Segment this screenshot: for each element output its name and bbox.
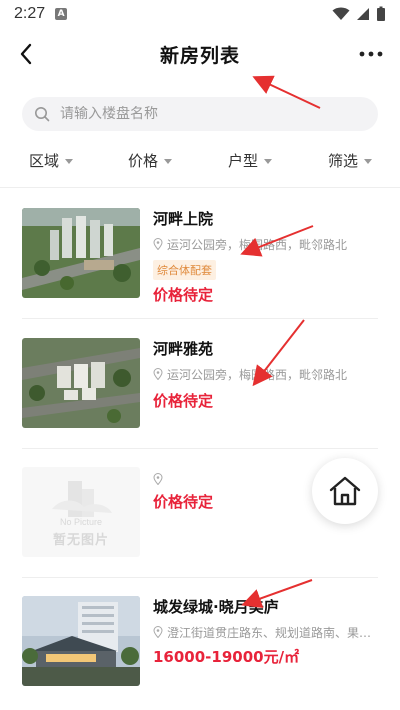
placeholder-text-cn: 暂无图片 <box>52 533 109 548</box>
wifi-icon <box>332 7 350 20</box>
filter-more[interactable]: 筛选 <box>328 150 373 171</box>
filter-layout[interactable]: 户型 <box>228 150 273 171</box>
listing-address: 运河公园旁，梅园路西，毗邻路北 <box>153 366 378 382</box>
filter-label: 价格 <box>128 151 159 170</box>
search-icon <box>35 107 50 122</box>
caret-down-icon <box>264 158 273 164</box>
caret-down-icon <box>364 158 373 164</box>
listing-address-text: 运河公园旁，梅园路西，毗邻路北 <box>167 237 348 252</box>
top-nav: 新房列表 <box>0 30 400 78</box>
listing-thumbnail <box>22 338 140 428</box>
more-dots-icon <box>359 51 383 57</box>
location-pin-icon <box>153 626 163 638</box>
back-button[interactable] <box>12 40 40 68</box>
listing-name: 城发绿城·晓月美庐 <box>153 598 279 616</box>
battery-icon <box>377 6 385 21</box>
listing-name: 河畔雅苑 <box>153 340 214 358</box>
home-icon <box>329 476 361 506</box>
caret-down-icon <box>164 158 173 164</box>
location-pin-icon <box>153 473 163 485</box>
location-pin-icon <box>153 368 163 380</box>
listing-thumbnail <box>22 208 140 298</box>
filter-price[interactable]: 价格 <box>128 150 173 171</box>
listing-thumbnail-placeholder: No Picture 暂无图片 <box>22 467 140 557</box>
sim-indicator-icon: A <box>55 8 68 20</box>
filter-label: 筛选 <box>328 151 359 170</box>
listing-address: 运河公园旁，梅园路西，毗邻路北 <box>153 236 378 252</box>
list-separator <box>22 577 378 578</box>
signal-icon <box>357 8 369 20</box>
placeholder-text-en: No Picture <box>59 517 103 527</box>
listing-info: 河畔上院 运河公园旁，梅园路西，毗邻路北 综合体配套 价格待定 <box>153 208 378 305</box>
caret-down-icon <box>65 158 74 164</box>
listing-address-text: 运河公园旁，梅园路西，毗邻路北 <box>167 367 348 382</box>
status-icons <box>332 6 386 22</box>
filter-label: 区域 <box>29 151 60 170</box>
home-button[interactable] <box>312 458 378 524</box>
list-separator <box>22 448 378 449</box>
listing-price: 价格待定 <box>153 392 214 410</box>
listing-price: 价格待定 <box>153 286 214 304</box>
search-bar[interactable] <box>22 97 378 131</box>
listing-thumbnail <box>22 596 140 686</box>
listing-price: 16000-19000元/㎡ <box>153 648 300 666</box>
back-arrow-icon <box>20 43 32 65</box>
more-button[interactable] <box>356 42 386 66</box>
listing-address-text: 澄江街道贯庄路东、规划道路南、果… <box>167 625 372 640</box>
filter-area[interactable]: 区域 <box>29 150 74 171</box>
status-bar: 2:27 A <box>0 0 400 28</box>
listing-info: 河畔雅苑 运河公园旁，梅园路西，毗邻路北 价格待定 <box>153 338 378 411</box>
status-time: 2:27 <box>14 5 46 22</box>
listing-address: 澄江街道贯庄路东、规划道路南、果… <box>153 624 378 640</box>
location-pin-icon <box>153 238 163 250</box>
filter-bar: 区域 价格 户型 筛选 <box>0 145 400 175</box>
listing-tag: 综合体配套 <box>153 260 216 280</box>
listing-info: 城发绿城·晓月美庐 澄江街道贯庄路东、规划道路南、果… 16000-19000元… <box>153 596 378 667</box>
page-title: 新房列表 <box>159 44 240 67</box>
filter-label: 户型 <box>228 151 259 170</box>
filter-divider <box>0 187 400 188</box>
listing-name: 河畔上院 <box>153 210 214 228</box>
search-input[interactable] <box>60 106 340 122</box>
list-separator <box>22 318 378 319</box>
